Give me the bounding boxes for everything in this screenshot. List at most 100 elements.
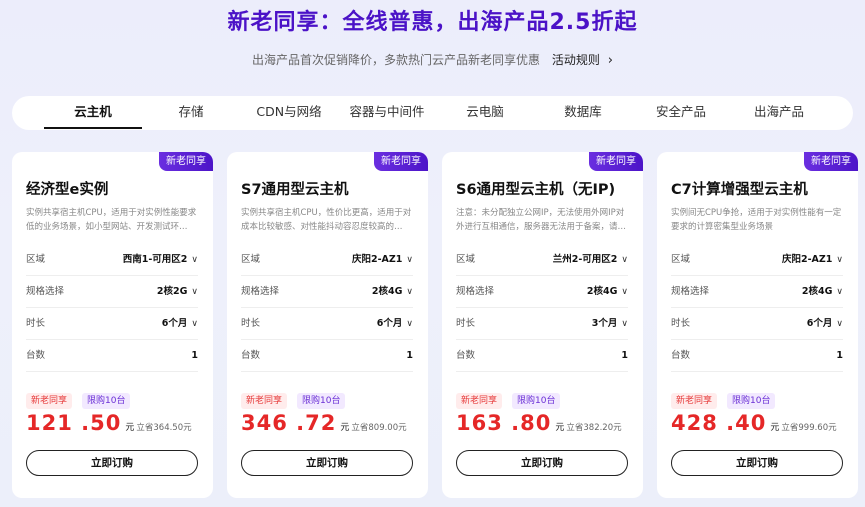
region-value: 庆阳2-AZ1 [352,254,403,265]
price-unit: 元 [340,423,350,433]
tab-overseas[interactable]: 出海产品 [730,96,828,130]
region-row: 区域 兰州2-可用区2 ∨ [456,244,628,276]
tab-security[interactable]: 安全产品 [632,96,730,130]
duration-value: 6个月 [161,318,188,329]
new-old-tag: 新老同享 [671,393,718,409]
price-block: 163 .80 元立省382.20元 [456,411,622,435]
spec-value: 2核2G [156,286,188,297]
savings-text: 立省382.20元 [566,423,622,433]
duration-label: 时长 [671,318,691,329]
duration-row: 时长 6个月 ∨ [671,308,843,340]
count-value: 1 [836,350,843,361]
count-label: 台数 [241,350,261,361]
count-label: 台数 [26,350,46,361]
purchase-limit-tag: 限购10台 [82,393,131,409]
chevron-down-icon: ∨ [191,255,198,265]
page-title: 新老同享：全线普惠，出海产品2.5折起 [227,10,638,35]
tab-cloud-pc[interactable]: 云电脑 [436,96,534,130]
new-old-badge: 新老同享 [804,152,858,171]
savings-text: 立省364.50元 [136,423,192,433]
spec-value: 2核4G [586,286,618,297]
tab-database[interactable]: 数据库 [534,96,632,130]
tab-cloud-host[interactable]: 云主机 [44,96,142,130]
spec-select[interactable]: 2核2G ∨ [157,276,198,308]
buy-now-button[interactable]: 立即订购 [26,450,198,476]
count-value: 1 [406,350,413,361]
region-row: 区域 西南1-可用区2 ∨ [26,244,198,276]
count-row: 台数 1 [456,340,628,372]
new-old-badge: 新老同享 [374,152,428,171]
spec-select[interactable]: 2核4G ∨ [587,276,628,308]
tab-cdn-network[interactable]: CDN与网络 [240,96,338,130]
price-block: 428 .40 元立省999.60元 [671,411,837,435]
price-unit: 元 [555,423,565,433]
region-select[interactable]: 西南1-可用区2 ∨ [123,244,198,276]
card-description: 实例共享宿主机CPU，适用于对实例性能要求低的业务场景，如小型网站、开发测试环… [26,208,197,232]
spec-select[interactable]: 2核4G ∨ [372,276,413,308]
spec-label: 规格选择 [456,286,495,297]
new-old-tag: 新老同享 [26,393,73,409]
spec-select[interactable]: 2核4G ∨ [802,276,843,308]
spec-value: 2核4G [801,286,833,297]
duration-select[interactable]: 6个月 ∨ [377,308,413,340]
product-card: 新老同享 经济型e实例 实例共享宿主机CPU，适用于对实例性能要求低的业务场景，… [12,152,213,498]
region-label: 区域 [26,254,46,265]
page-subtitle: 出海产品首次促销降价，多款热门云产品新老同享优惠 活动规则 › [0,51,865,68]
chevron-down-icon: ∨ [406,287,413,297]
buy-now-button[interactable]: 立即订购 [456,450,628,476]
duration-select[interactable]: 6个月 ∨ [807,308,843,340]
region-select[interactable]: 兰州2-可用区2 ∨ [553,244,628,276]
card-title: S6通用型云主机（无IP) [456,182,616,198]
price-value: 346 .72 [241,411,337,435]
region-value: 西南1-可用区2 [122,254,188,265]
region-label: 区域 [241,254,261,265]
price-unit: 元 [125,423,135,433]
chevron-down-icon: ∨ [836,287,843,297]
duration-value: 3个月 [591,318,618,329]
count-label: 台数 [456,350,476,361]
spec-label: 规格选择 [26,286,65,297]
new-old-badge: 新老同享 [159,152,213,171]
region-value: 兰州2-可用区2 [552,254,618,265]
duration-select[interactable]: 3个月 ∨ [592,308,628,340]
spec-row: 规格选择 2核4G ∨ [671,276,843,308]
duration-value: 6个月 [376,318,403,329]
duration-select[interactable]: 6个月 ∨ [162,308,198,340]
buy-now-button[interactable]: 立即订购 [241,450,413,476]
tab-container-middleware[interactable]: 容器与中间件 [338,96,436,130]
savings-text: 立省999.60元 [781,423,837,433]
card-description: 实例共享宿主机CPU，性价比更高，适用于对成本比较敏感、对性能抖动容忍度较高的… [241,208,412,232]
duration-row: 时长 6个月 ∨ [241,308,413,340]
duration-label: 时长 [241,318,261,329]
purchase-limit-tag: 限购10台 [727,393,776,409]
chevron-right-icon: › [607,53,613,68]
card-description: 注意：未分配独立公网IP，无法使用外网IP对外进行互相通信，服务器无法用于备案，… [456,208,627,232]
category-tabs: 云主机 存储 CDN与网络 容器与中间件 云电脑 数据库 安全产品 出海产品 [12,96,853,130]
tab-storage[interactable]: 存储 [142,96,240,130]
region-value: 庆阳2-AZ1 [782,254,833,265]
chevron-down-icon: ∨ [621,319,628,329]
duration-row: 时长 3个月 ∨ [456,308,628,340]
region-select[interactable]: 庆阳2-AZ1 ∨ [782,244,843,276]
activity-rules-link[interactable]: 活动规则 [552,53,600,67]
duration-label: 时长 [456,318,476,329]
card-title: C7计算增强型云主机 [671,182,808,198]
region-select[interactable]: 庆阳2-AZ1 ∨ [352,244,413,276]
count-value: 1 [621,350,628,361]
subtitle-text: 出海产品首次促销降价，多款热门云产品新老同享优惠 [252,53,541,67]
chevron-down-icon: ∨ [836,255,843,265]
count-value: 1 [191,350,198,361]
spec-row: 规格选择 2核4G ∨ [456,276,628,308]
buy-now-button[interactable]: 立即订购 [671,450,843,476]
chevron-down-icon: ∨ [191,287,198,297]
chevron-down-icon: ∨ [621,287,628,297]
new-old-tag: 新老同享 [456,393,503,409]
card-title: 经济型e实例 [26,182,109,198]
price-block: 346 .72 元立省809.00元 [241,411,407,435]
chevron-down-icon: ∨ [836,319,843,329]
region-row: 区域 庆阳2-AZ1 ∨ [241,244,413,276]
card-title: S7通用型云主机 [241,182,349,198]
spec-row: 规格选择 2核2G ∨ [26,276,198,308]
purchase-limit-tag: 限购10台 [297,393,346,409]
price-block: 121 .50 元立省364.50元 [26,411,192,435]
